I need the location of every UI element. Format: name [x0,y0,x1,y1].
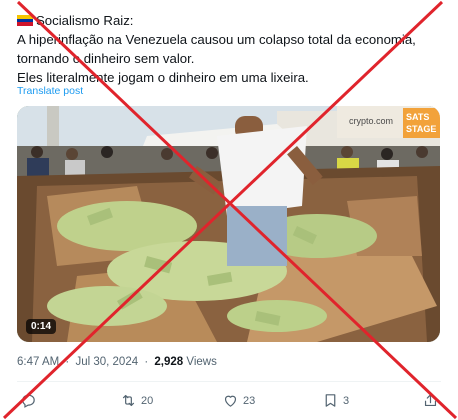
video-duration: 0:14 [26,319,57,334]
meta-separator-2: · [144,356,149,368]
post-time[interactable]: 6:47 AM [17,356,59,368]
like-button[interactable]: 23 [222,392,255,409]
divider [17,381,441,382]
post-date[interactable]: Jul 30, 2024 [75,356,138,368]
meta-separator: · [65,356,70,368]
views-label: Views [186,356,217,368]
retweet-icon [122,394,135,407]
venezuela-flag-icon [17,15,33,26]
post-text: Socialismo Raiz: A hiperinflação na Vene… [17,11,447,87]
heart-icon [224,395,237,407]
retweet-button[interactable]: 20 [120,392,153,409]
reply-button[interactable] [20,392,41,409]
bookmark-count: 3 [343,394,350,407]
stage-sign: STAGE [406,124,436,134]
post-line-1: A hiperinflação na Venezuela causou um c… [17,32,416,47]
post-header-line: Socialismo Raiz: [17,11,447,30]
post-line-2: tornando o dinheiro sem valor. [17,51,195,66]
bookmark-icon [325,394,336,407]
bookmark-button[interactable]: 3 [322,392,349,409]
post-author: Socialismo Raiz: [36,13,134,28]
crypto-sign: crypto.com [349,116,393,126]
reply-icon [22,394,35,408]
like-count: 23 [243,394,256,407]
retweet-count: 20 [141,394,154,407]
video-player[interactable]: crypto.com SATS STAGE 0:14 [17,106,440,342]
share-icon [424,394,437,407]
views-count: 2,928 [154,356,184,368]
translate-post-link[interactable]: Translate post [17,85,83,97]
share-button[interactable] [422,392,439,409]
post-meta: 6:47 AM · Jul 30, 2024 · 2,928 Views [17,356,217,368]
video-frame: crypto.com SATS STAGE [17,106,440,342]
sats-sign: SATS [406,112,429,122]
action-bar: 20 23 3 [0,392,458,414]
